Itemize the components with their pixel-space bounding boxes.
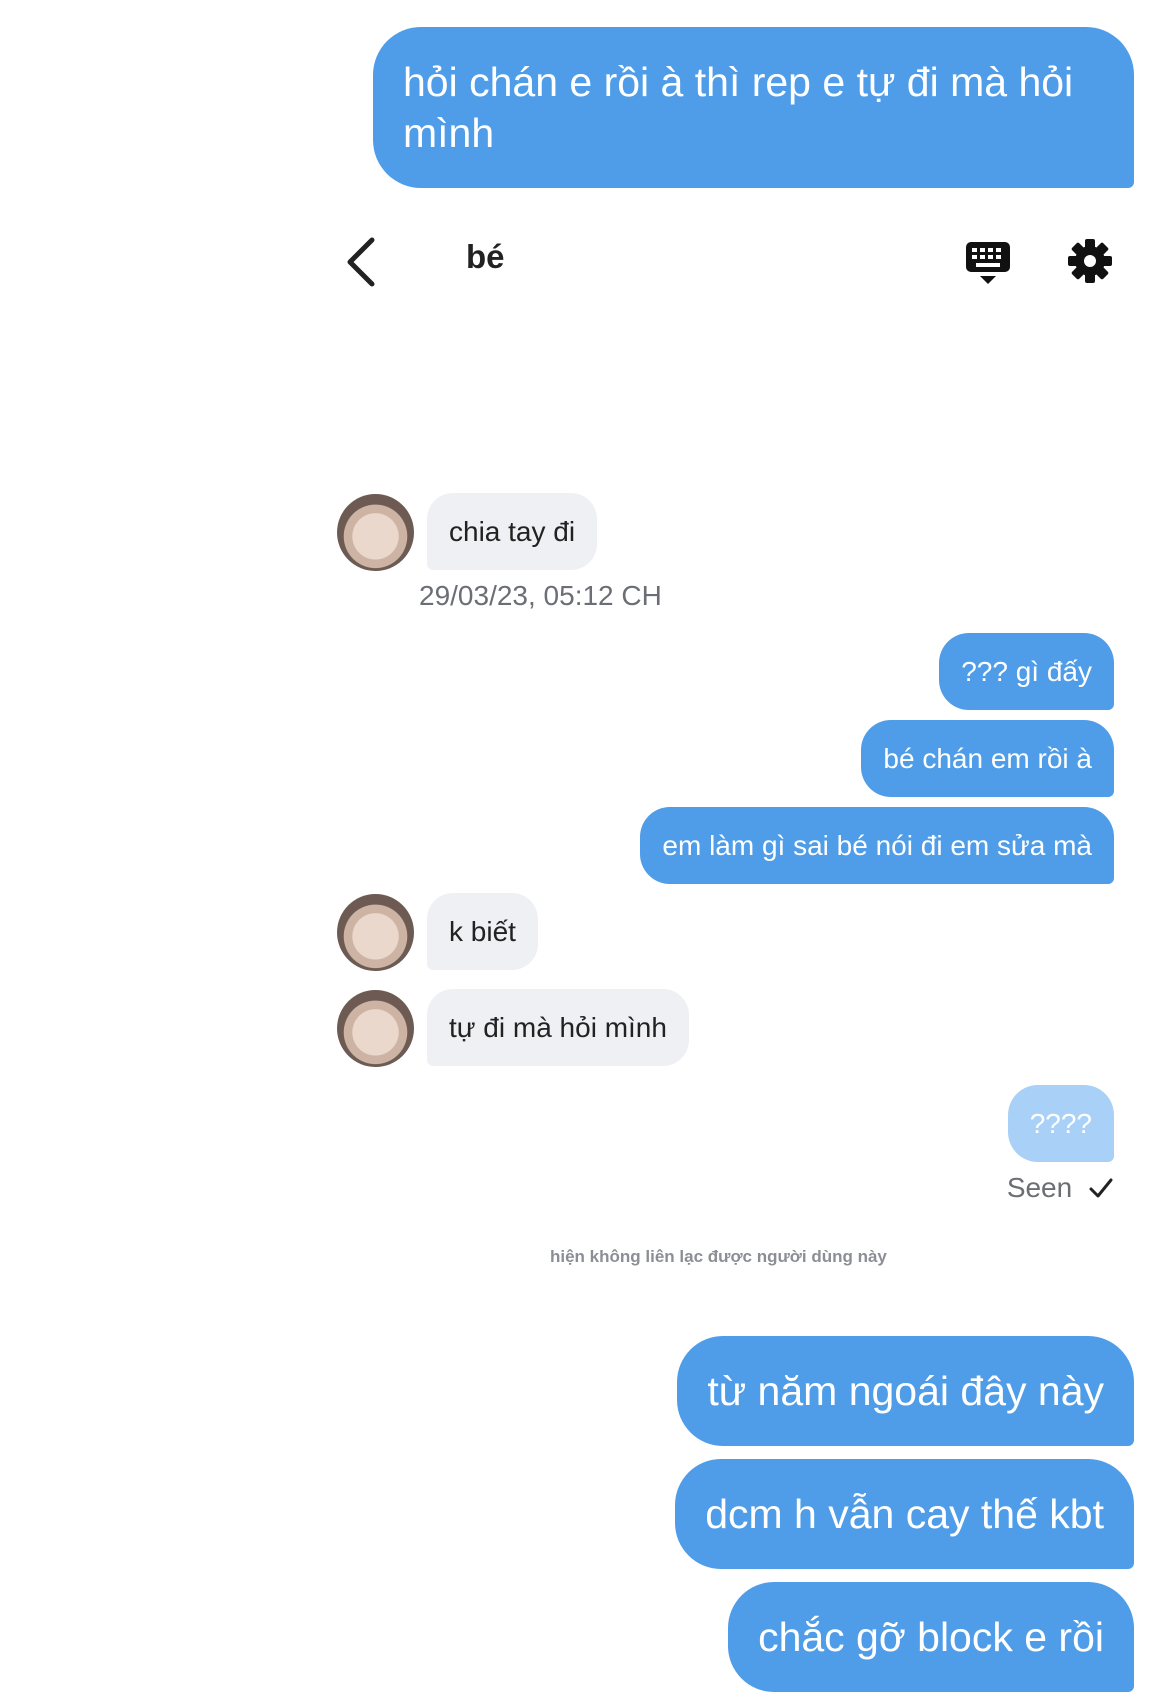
chevron-left-icon <box>347 237 375 287</box>
settings-button[interactable] <box>1067 238 1113 284</box>
incoming-message: tự đi mà hỏi mình <box>427 989 689 1066</box>
top-message-text: hỏi chán e rồi à thì rep e tự đi mà hỏi … <box>403 59 1074 156</box>
outgoing-message-pending: ???? <box>1007 1085 1114 1162</box>
outgoing-message: ??? gì đấy <box>939 633 1114 710</box>
outgoing-message: em làm gì sai bé nói đi em sửa mà <box>640 807 1114 884</box>
seen-indicator: Seen <box>1007 1172 1114 1204</box>
message-timestamp: 29/03/23, 05:12 CH <box>419 580 662 611</box>
back-button[interactable] <box>338 232 386 292</box>
keyboard-icon <box>966 242 1010 284</box>
message-text: chắc gỡ block e rồi <box>758 1614 1104 1660</box>
seen-label: Seen <box>1006 1172 1073 1203</box>
outgoing-message-large: dcm h vẫn cay thế kbt <box>675 1459 1134 1569</box>
message-text: bé chán em rồi à <box>883 743 1092 774</box>
message-text: em làm gì sai bé nói đi em sửa mà <box>662 830 1092 861</box>
message-text: dcm h vẫn cay thế kbt <box>705 1491 1104 1537</box>
message-text: ???? <box>1029 1108 1092 1139</box>
top-message-bubble: hỏi chán e rồi à thì rep e tự đi mà hỏi … <box>373 27 1134 188</box>
message-text: chia tay đi <box>449 516 576 547</box>
avatar[interactable] <box>337 990 414 1067</box>
message-text: từ năm ngoái đây này <box>707 1368 1104 1414</box>
message-text: k biết <box>449 916 516 947</box>
outgoing-message: bé chán em rồi à <box>861 720 1114 797</box>
avatar[interactable] <box>337 494 414 571</box>
system-notice: hiện không liên lạc được người dùng này <box>550 1247 887 1266</box>
message-text: ??? gì đấy <box>961 656 1092 687</box>
checkmark-icon <box>1089 1178 1113 1198</box>
incoming-message: chia tay đi <box>427 493 598 570</box>
incoming-message: k biết <box>427 893 538 970</box>
keyboard-button[interactable] <box>964 240 1012 286</box>
avatar[interactable] <box>337 894 414 971</box>
chat-title: bé <box>466 238 505 275</box>
gear-icon <box>1068 239 1112 283</box>
outgoing-message-large: từ năm ngoái đây này <box>677 1336 1134 1446</box>
message-text: tự đi mà hỏi mình <box>449 1012 667 1043</box>
outgoing-message-large: chắc gỡ block e rồi <box>728 1582 1134 1692</box>
